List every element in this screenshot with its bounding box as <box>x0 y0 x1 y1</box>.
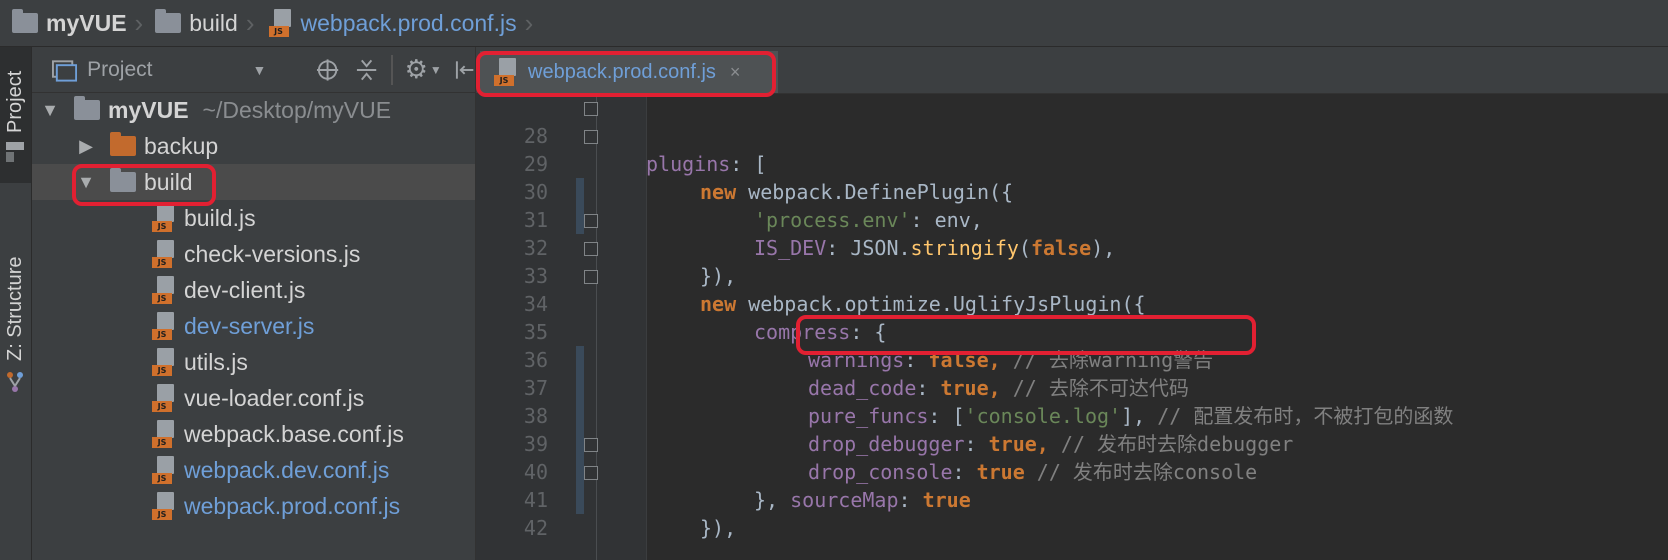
code-line: 41 }), <box>476 458 1668 540</box>
project-view-selector[interactable]: Project <box>87 58 152 82</box>
close-icon[interactable]: × <box>730 62 741 83</box>
tree-file[interactable]: JS webpack.dev.conf.js <box>32 452 475 488</box>
code-line: 28 plugins: [ <box>476 94 1668 176</box>
tree-file[interactable]: JS webpack.base.conf.js <box>32 416 475 452</box>
js-file-icon: JS <box>152 312 176 340</box>
tree-file-label: webpack.prod.conf.js <box>184 492 401 519</box>
chevron-down-icon[interactable]: ▼ <box>252 62 266 78</box>
chevron-right-icon: › <box>524 7 534 38</box>
tree-file-label: dev-server.js <box>184 312 315 339</box>
toolbar-divider <box>390 54 393 85</box>
code-line: 33 new webpack.optimize.UglifyJsPlugin({ <box>476 234 1668 316</box>
tree-folder-backup[interactable]: ▶ backup <box>32 128 475 164</box>
breadcrumb-item-myvue[interactable]: myVUE › <box>0 0 143 46</box>
folder-icon <box>74 96 100 120</box>
project-tool-button[interactable]: Project <box>0 47 31 183</box>
code-line: 42 <box>476 486 1668 540</box>
chevron-right-icon: › <box>245 7 255 38</box>
breadcrumb-item-file[interactable]: JS webpack.prod.conf.js › <box>255 0 534 46</box>
code-line: 36 dead_code: true, // 去除不可达代码 <box>476 318 1668 400</box>
chevron-right-icon: › <box>134 7 144 38</box>
project-icon <box>6 142 24 162</box>
project-tool-label: Project <box>4 70 26 133</box>
tree-folder-label: backup <box>144 132 219 159</box>
gear-icon[interactable]: ⚙ <box>405 54 428 85</box>
code-line: 38 drop_debugger: true, // 发布时去除debugger <box>476 374 1668 456</box>
structure-tool-label: Z: Structure <box>4 256 26 361</box>
breadcrumb-label: myVUE <box>46 9 127 36</box>
tree-file-label: utils.js <box>184 348 248 375</box>
line-number: 42 <box>523 516 548 540</box>
code-line: 30 'process.env': env, <box>476 150 1668 232</box>
structure-icon <box>7 372 23 392</box>
js-file-icon: JS <box>152 204 176 232</box>
tree-file-label: vue-loader.conf.js <box>184 384 365 411</box>
code-line: 29 new webpack.DefinePlugin({ <box>476 122 1668 204</box>
js-file-icon: JS <box>152 384 176 412</box>
tree-folder-label: build <box>144 168 193 195</box>
folder-icon <box>110 132 136 156</box>
tab-label: webpack.prod.conf.js <box>528 60 716 83</box>
tree-root-name: myVUE <box>108 96 189 123</box>
folder-icon <box>12 9 38 33</box>
js-file-icon: JS <box>494 58 518 86</box>
code-line: 37 pure_funcs: ['console.log'], // 配置发布时… <box>476 346 1668 428</box>
chevron-down-icon[interactable]: ▼ <box>40 100 60 121</box>
tree-root-myvue[interactable]: ▼ myVUE ~/Desktop/myVUE <box>32 92 475 128</box>
tree-file-label: check-versions.js <box>184 240 361 267</box>
chevron-down-icon[interactable]: ▼ <box>430 63 442 77</box>
code-line: 31 IS_DEV: JSON.stringify(false), <box>476 178 1668 260</box>
code-line: 32 }), <box>476 206 1668 288</box>
js-file-icon: JS <box>152 492 176 520</box>
locate-icon[interactable] <box>316 58 339 82</box>
code-line: 40 }, sourceMap: true <box>476 430 1668 512</box>
js-file-icon: JS <box>152 420 176 448</box>
tree-root-path: ~/Desktop/myVUE <box>202 96 392 123</box>
code-line: 34 compress: { <box>476 262 1668 344</box>
breadcrumb-label: webpack.prod.conf.js <box>300 9 517 36</box>
js-file-icon: JS <box>152 348 176 376</box>
tree-folder-build[interactable]: ▼ build <box>32 164 475 200</box>
code-editor[interactable]: 28 plugins: [ 29 new webpack.DefinePlugi… <box>476 94 1668 560</box>
folder-icon <box>110 168 136 192</box>
tree-file[interactable]: JS build.js <box>32 200 475 236</box>
tree-file-label: dev-client.js <box>184 276 306 303</box>
project-view-icon <box>52 59 78 82</box>
code-line: 39 drop_console: true // 发布时去除console <box>476 402 1668 484</box>
tree-file-label: webpack.base.conf.js <box>184 420 404 447</box>
js-file-icon: JS <box>268 9 293 37</box>
js-file-icon: JS <box>152 240 176 268</box>
hide-panel-icon[interactable] <box>454 58 475 82</box>
js-file-icon: JS <box>152 456 176 484</box>
tree-file-label: build.js <box>184 204 256 231</box>
tree-file[interactable]: JS webpack.prod.conf.js <box>32 488 475 524</box>
js-file-icon: JS <box>152 276 176 304</box>
folder-icon <box>155 9 182 33</box>
breadcrumb-item-build[interactable]: build › <box>143 0 255 46</box>
project-panel: Project ▼ ⚙ ▼ ▼ myVUE ~/Desktop/myVUE ▶ … <box>32 47 476 560</box>
editor-tab-bar: JS webpack.prod.conf.js × <box>476 47 1668 94</box>
code-line: 35 warnings: false, // 去除warning警告 <box>476 290 1668 372</box>
tab-webpack-prod-conf[interactable]: JS webpack.prod.conf.js × <box>480 51 778 93</box>
collapse-all-icon[interactable] <box>355 57 378 83</box>
project-toolbar: Project ▼ ⚙ ▼ <box>32 47 475 93</box>
tree-file[interactable]: JS utils.js <box>32 344 475 380</box>
tree-file[interactable]: JS vue-loader.conf.js <box>32 380 475 416</box>
tree-file-label: webpack.dev.conf.js <box>184 456 390 483</box>
chevron-right-icon[interactable]: ▶ <box>76 136 96 157</box>
tool-window-strip: Project Z: Structure <box>0 47 32 560</box>
tree-file[interactable]: JS check-versions.js <box>32 236 475 272</box>
breadcrumb-label: build <box>189 9 238 36</box>
chevron-down-icon[interactable]: ▼ <box>76 172 96 193</box>
breadcrumb: myVUE › build › JS webpack.prod.conf.js … <box>0 0 1668 47</box>
tree-file[interactable]: JS dev-client.js <box>32 272 475 308</box>
tree-file[interactable]: JS dev-server.js <box>32 308 475 344</box>
